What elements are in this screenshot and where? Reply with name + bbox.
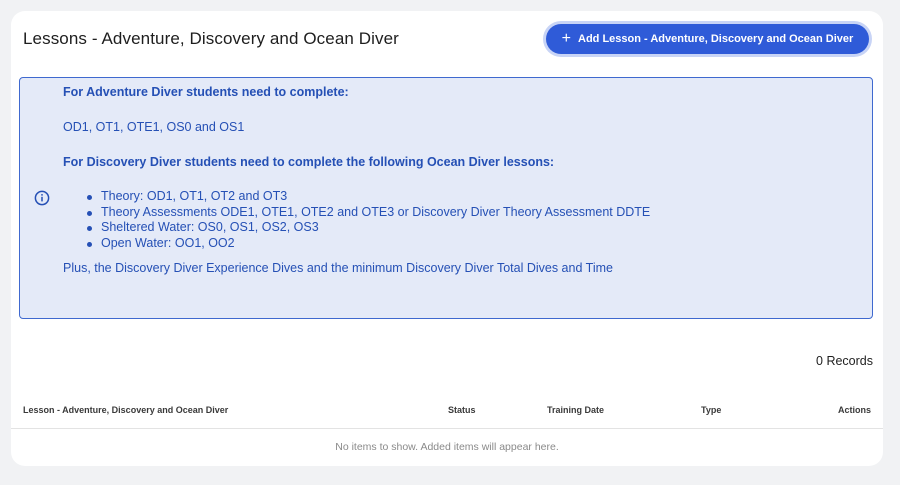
table-header-divider bbox=[11, 428, 883, 429]
info-icon bbox=[34, 190, 50, 206]
records-count: 0 Records bbox=[816, 354, 873, 368]
column-header-type[interactable]: Type bbox=[701, 405, 721, 415]
lessons-card: Lessons - Adventure, Discovery and Ocean… bbox=[11, 11, 883, 466]
page-title: Lessons - Adventure, Discovery and Ocean… bbox=[23, 29, 399, 48]
adventure-heading: For Adventure Diver students need to com… bbox=[63, 85, 349, 99]
info-panel: For Adventure Diver students need to com… bbox=[19, 77, 873, 319]
discovery-heading: For Discovery Diver students need to com… bbox=[63, 155, 555, 169]
info-footer: Plus, the Discovery Diver Experience Div… bbox=[63, 261, 613, 275]
add-lesson-button[interactable]: + Add Lesson - Adventure, Discovery and … bbox=[546, 24, 869, 54]
empty-table-message: No items to show. Added items will appea… bbox=[335, 441, 559, 453]
list-item: Sheltered Water: OS0, OS1, OS2, OS3 bbox=[86, 220, 650, 236]
column-header-lesson[interactable]: Lesson - Adventure, Discovery and Ocean … bbox=[23, 405, 228, 415]
column-header-actions: Actions bbox=[837, 405, 871, 415]
add-lesson-button-label: Add Lesson - Adventure, Discovery and Oc… bbox=[578, 33, 854, 45]
adventure-lessons: OD1, OT1, OTE1, OS0 and OS1 bbox=[63, 120, 245, 134]
table-header: Lesson - Adventure, Discovery and Ocean … bbox=[11, 403, 883, 429]
column-header-status[interactable]: Status bbox=[448, 405, 476, 415]
list-item: Open Water: OO1, OO2 bbox=[86, 236, 650, 252]
list-item: Theory Assessments ODE1, OTE1, OTE2 and … bbox=[86, 204, 651, 219]
plus-icon: + bbox=[561, 30, 572, 47]
column-header-training-date[interactable]: Training Date bbox=[547, 405, 604, 415]
list-item: Theory: OD1, OT1, OT2 and OT3 bbox=[86, 189, 650, 205]
discovery-lessons-list: Theory: OD1, OT1, OT2 and OT3 Theory Ass… bbox=[86, 189, 651, 252]
